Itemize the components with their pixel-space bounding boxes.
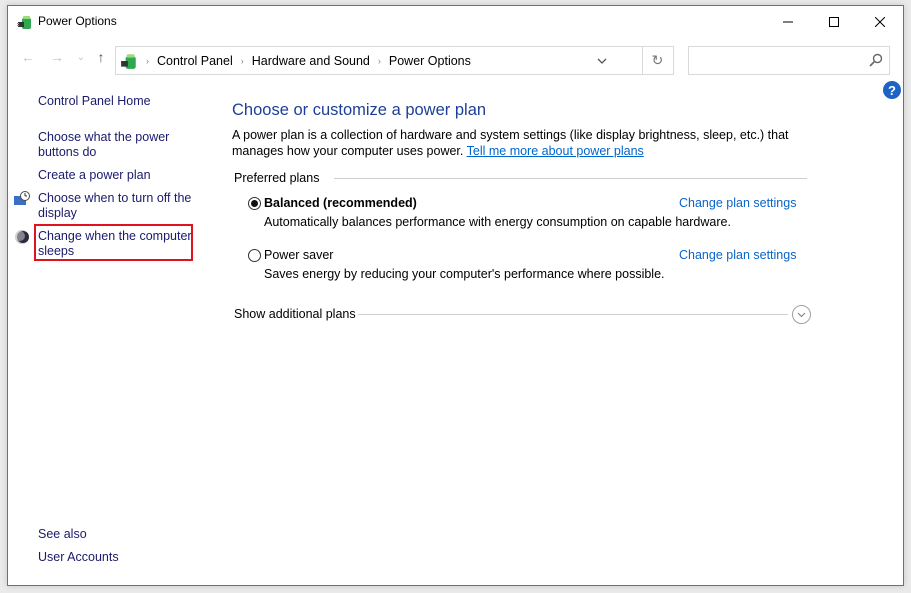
search-box[interactable] [688,46,890,75]
title-bar: Power Options [8,6,903,37]
power-saver-radio[interactable] [248,249,261,262]
change-plan-settings-balanced-link[interactable]: Change plan settings [679,196,796,210]
preferred-plans-label: Preferred plans [234,171,320,185]
control-panel-icon [121,53,136,69]
window-title: Power Options [38,14,117,28]
up-button[interactable]: ↑ [92,48,110,66]
breadcrumb-separator-icon[interactable]: › [378,56,381,66]
back-arrow-icon: ← [21,49,35,65]
plan-name-power-saver[interactable]: Power saver [264,248,333,262]
close-icon [875,16,885,27]
plan-name-balanced[interactable]: Balanced (recommended) [264,196,417,210]
user-accounts-link[interactable]: User Accounts [38,550,119,565]
search-input[interactable] [695,47,865,73]
maximize-button[interactable] [811,6,857,37]
expand-additional-plans-button[interactable] [792,305,811,324]
preferred-plans-divider [334,178,807,179]
address-bar[interactable]: › Control Panel › Hardware and Sound › P… [115,46,643,75]
up-arrow-icon: ↑ [97,49,105,65]
power-options-app-icon [17,16,31,29]
help-icon[interactable]: ? [883,81,901,99]
recent-locations-button[interactable]: ⌄ [72,48,90,66]
see-also-label: See also [38,527,87,541]
chevron-down-icon [597,58,607,64]
page-title: Choose or customize a power plan [232,101,487,119]
minimize-icon [783,21,793,22]
highlight-annotation-box [34,224,193,261]
control-panel-home-link[interactable]: Control Panel Home [38,94,151,109]
address-dropdown-button[interactable] [590,47,614,74]
maximize-icon [829,16,839,27]
link-text-line1: Choose what the power [38,130,170,144]
change-plan-settings-power-saver-link[interactable]: Change plan settings [679,248,796,262]
refresh-button[interactable]: ↻ [642,46,674,75]
balanced-radio[interactable] [248,197,261,210]
learn-more-link[interactable]: Tell me more about power plans [467,144,644,158]
display-clock-icon [14,191,30,205]
breadcrumb-hardware-and-sound[interactable]: Hardware and Sound [252,54,370,68]
link-text-line2: display [38,206,77,220]
breadcrumb-separator-icon[interactable]: › [241,56,244,66]
chevron-down-icon [797,312,806,317]
forward-button[interactable]: → [48,48,66,66]
breadcrumb-separator-icon: › [146,55,149,66]
link-text-line2: buttons do [38,145,97,159]
sidebar-link-power-buttons[interactable]: Choose what the power buttons do [38,130,169,160]
navigation-bar: ← → ⌄ ↑ › Control Panel › Hardware and S… [8,42,903,75]
breadcrumb-power-options[interactable]: Power Options [389,54,471,68]
back-button[interactable]: ← [19,48,37,66]
chevron-down-icon: ⌄ [76,51,86,63]
breadcrumb-control-panel[interactable]: Control Panel [157,54,233,68]
link-text-line1: Choose when to turn off the [38,191,192,205]
forward-arrow-icon: → [50,49,64,65]
additional-plans-divider [358,314,788,315]
plan-description-power-saver: Saves energy by reducing your computer's… [264,267,665,281]
page-description: A power plan is a collection of hardware… [232,127,822,159]
sidebar-link-create-plan[interactable]: Create a power plan [38,168,151,183]
show-additional-plans-label[interactable]: Show additional plans [234,307,356,321]
search-icon [869,53,883,67]
sidebar-link-turn-off-display[interactable]: Choose when to turn off the display [38,191,191,221]
power-options-window: Power Options ← → ⌄ ↑ › Control Panel › … [7,5,904,586]
plan-description-balanced: Automatically balances performance with … [264,215,731,229]
minimize-button[interactable] [765,6,811,37]
refresh-icon: ↻ [651,52,664,68]
sleep-moon-icon [15,230,29,244]
close-button[interactable] [857,6,903,37]
